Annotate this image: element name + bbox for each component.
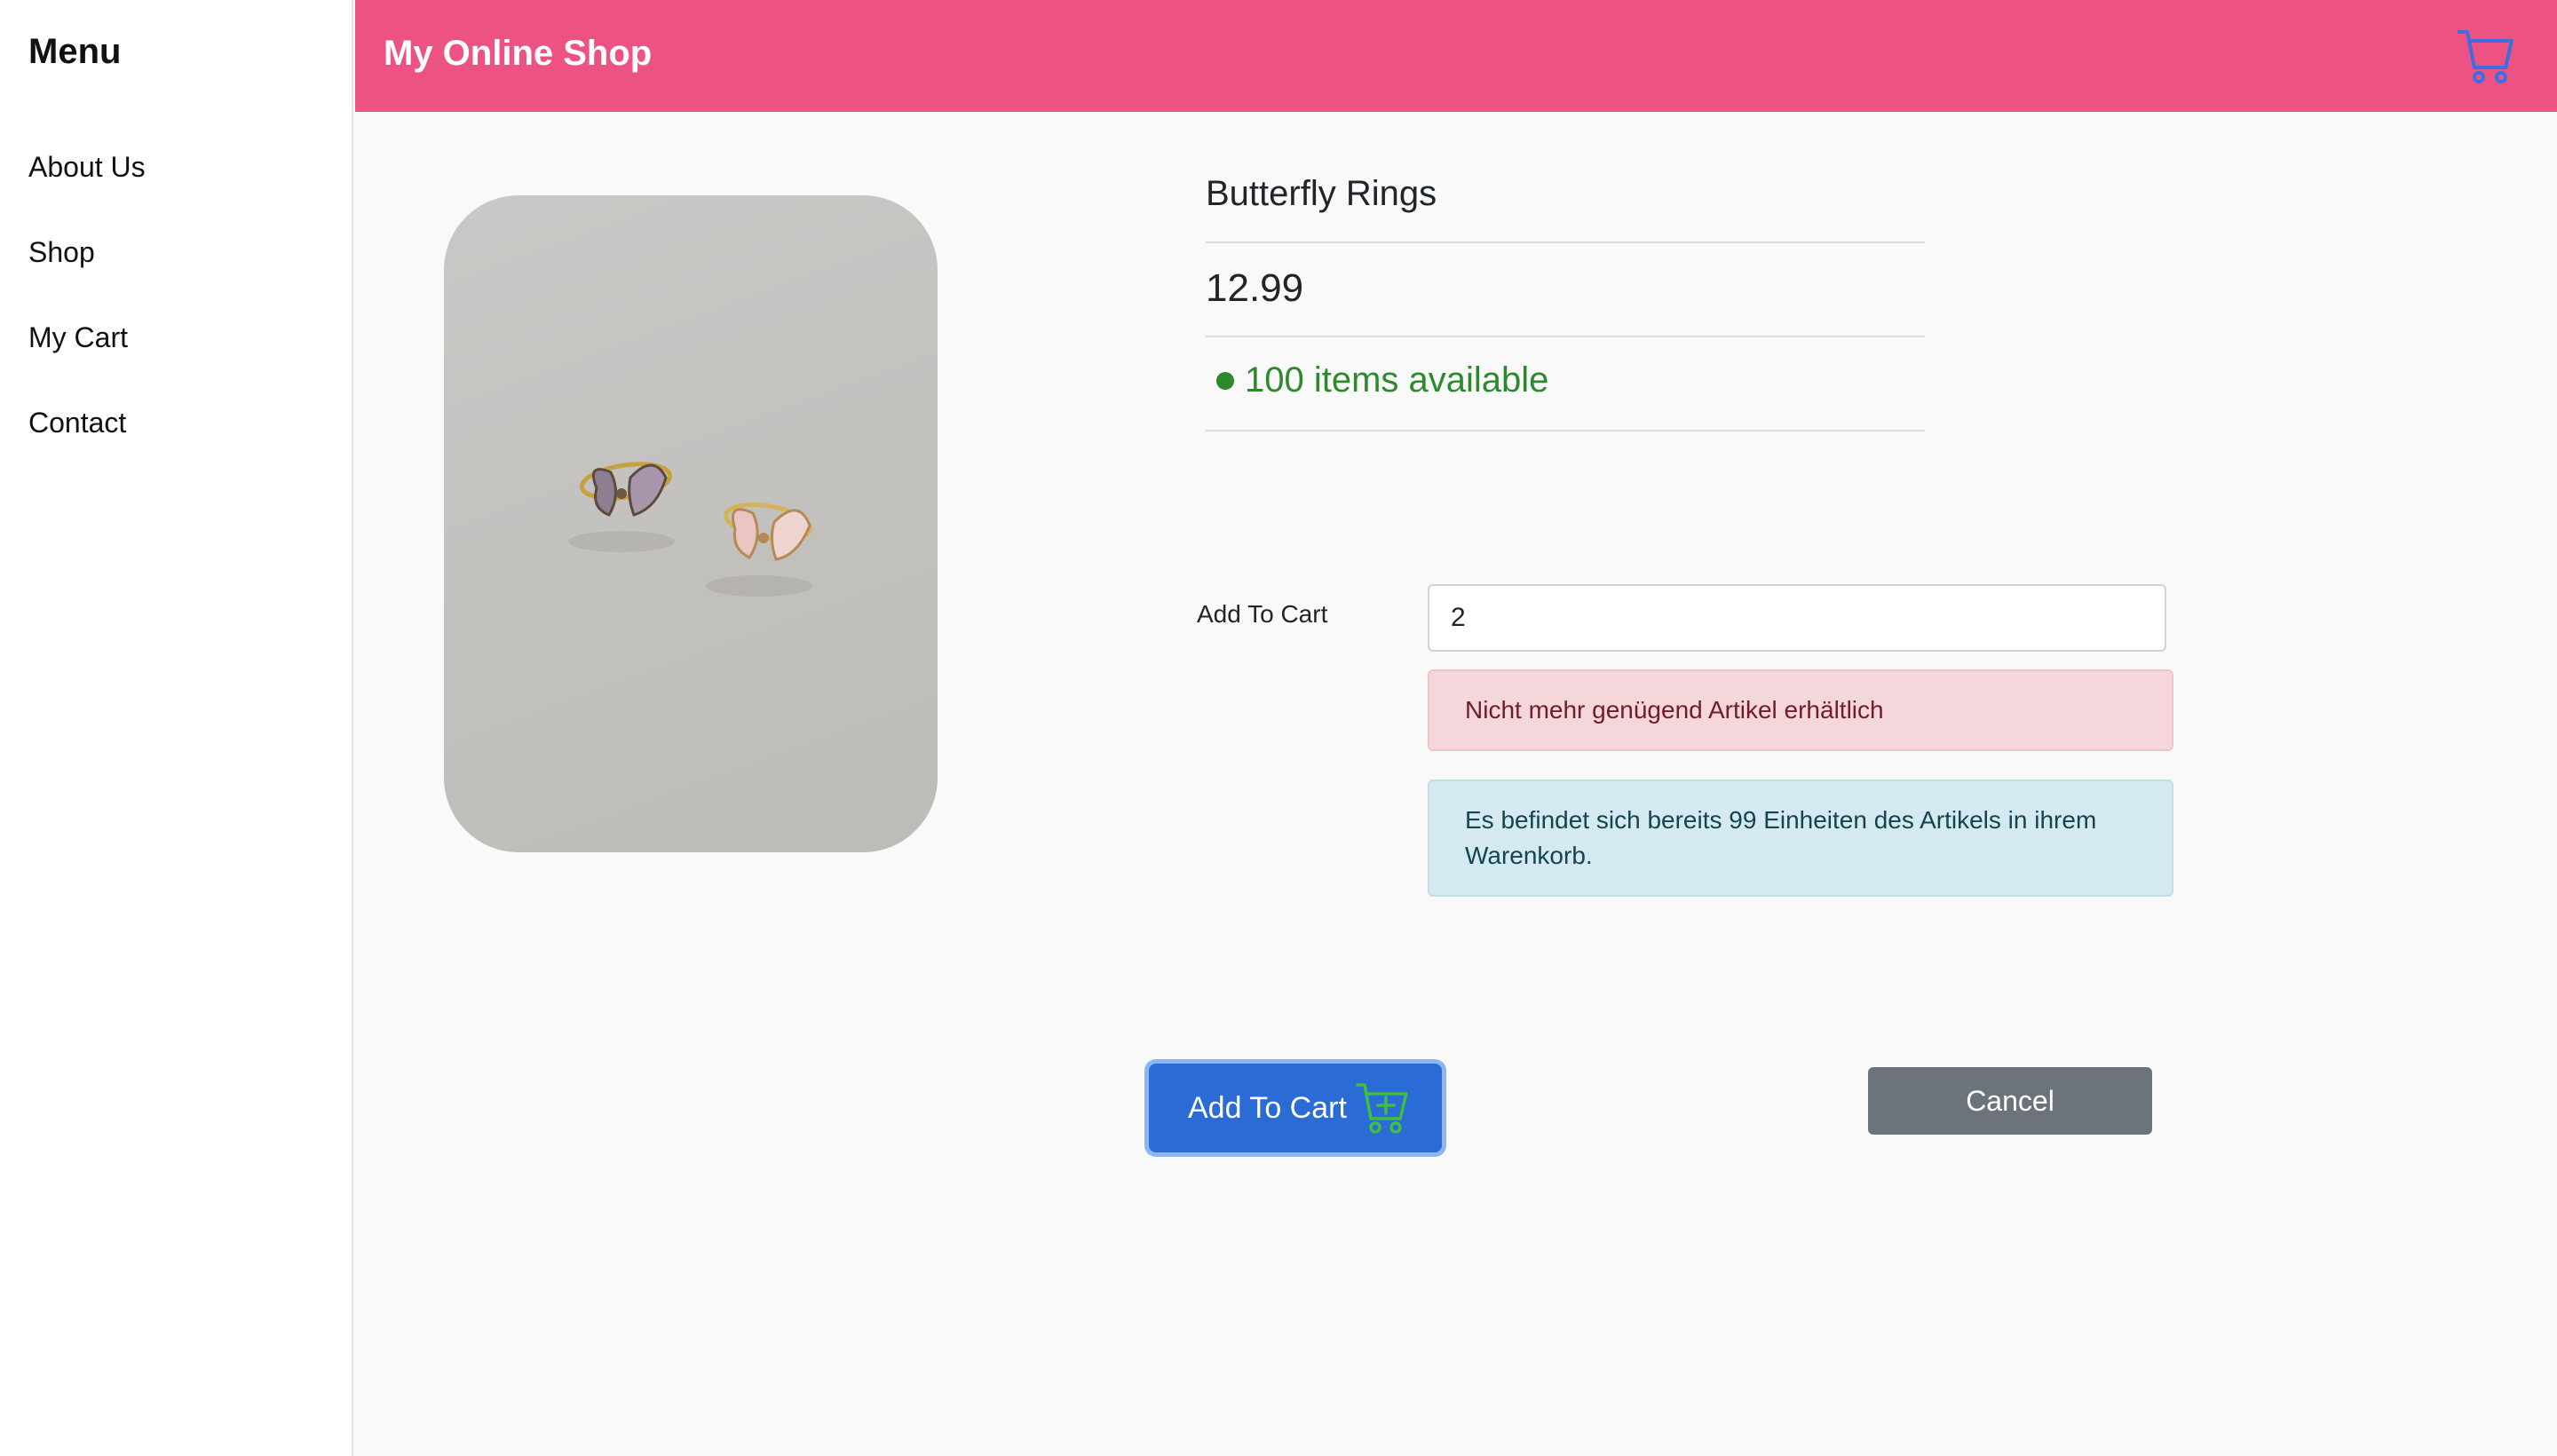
product-name: Butterfly Rings [1206,174,1437,213]
stock-text: 100 items available [1245,360,1549,400]
product-image [444,195,938,852]
info-alert-text: Es befindet sich bereits 99 Einheiten de… [1465,806,2097,869]
error-alert: Nicht mehr genügend Artikel erhältlich [1428,669,2173,751]
header-bar: My Online Shop [355,0,2557,112]
add-to-cart-label: Add To Cart [1188,1090,1347,1125]
product-price: 12.99 [1206,266,1304,310]
cancel-button[interactable]: Cancel [1868,1067,2152,1135]
divider [1206,241,1925,243]
sidebar-item-shop[interactable]: Shop [28,236,95,269]
status-dot-icon [1216,371,1234,390]
add-to-cart-button[interactable]: Add To Cart [1149,1064,1442,1152]
sidebar: Menu About Us Shop My Cart Contact [0,0,353,1456]
sidebar-item-my-cart[interactable]: My Cart [28,321,128,354]
divider [1206,430,1925,431]
stock-status: 100 items available [1216,360,1548,400]
info-alert: Es befindet sich bereits 99 Einheiten de… [1428,779,2173,897]
error-alert-text: Nicht mehr genügend Artikel erhältlich [1465,696,1884,724]
quantity-input[interactable] [1428,584,2166,652]
sidebar-item-contact[interactable]: Contact [28,407,126,439]
shop-title: My Online Shop [384,34,653,73]
divider [1206,336,1925,337]
sidebar-item-about-us[interactable]: About Us [28,151,146,184]
cart-plus-icon [1356,1080,1409,1136]
cart-icon[interactable] [2458,27,2514,85]
quantity-label: Add To Cart [1197,600,1328,628]
sidebar-title: Menu [28,32,122,71]
